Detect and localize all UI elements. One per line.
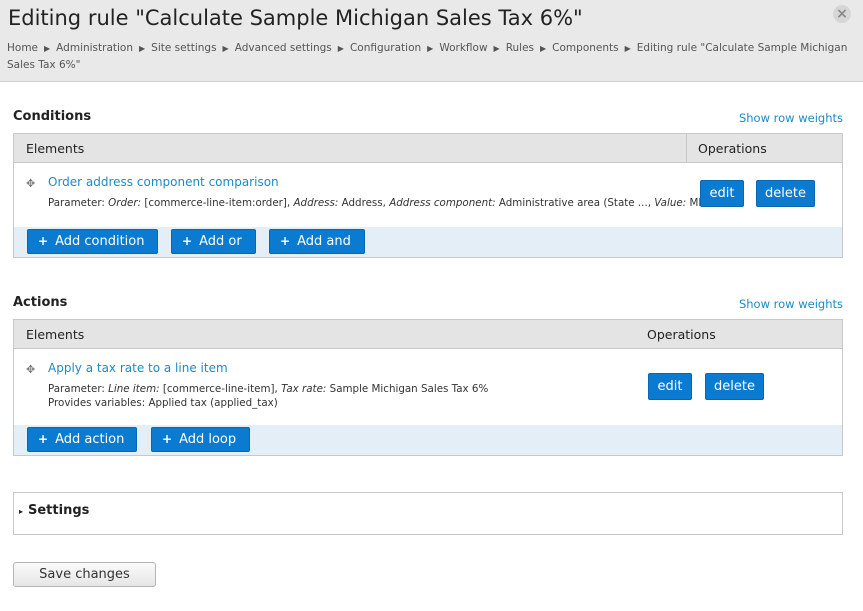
actions-heading: Actions xyxy=(13,295,68,310)
add-action-label: Add action xyxy=(55,432,125,447)
plus-icon: + xyxy=(38,234,49,248)
add-and-label: Add and xyxy=(297,234,351,249)
action-delete-button[interactable]: delete xyxy=(705,373,764,400)
column-divider xyxy=(686,134,687,162)
conditions-table: Elements Operations ✥ Order address comp… xyxy=(13,133,843,258)
breadcrumb-site-settings[interactable]: Site settings xyxy=(151,42,216,54)
add-loop-button[interactable]: + Add loop xyxy=(151,427,250,452)
actions-col-operations: Operations xyxy=(647,327,716,342)
conditions-table-footer: + Add condition + Add or + Add and xyxy=(14,227,842,257)
action-link[interactable]: Apply a tax rate to a line item xyxy=(48,361,228,375)
breadcrumb-advanced-settings[interactable]: Advanced settings xyxy=(235,42,332,54)
plus-icon: + xyxy=(162,432,173,446)
plus-icon: + xyxy=(182,234,193,248)
param-value: [commerce-line-item:order], xyxy=(141,197,294,209)
drag-handle-icon[interactable]: ✥ xyxy=(26,177,35,190)
page-title: Editing rule "Calculate Sample Michigan … xyxy=(8,6,583,30)
breadcrumb-configuration[interactable]: Configuration xyxy=(350,42,421,54)
conditions-show-row-weights-link[interactable]: Show row weights xyxy=(739,111,843,125)
settings-fieldset[interactable]: ▸ Settings xyxy=(13,492,843,535)
action-row: ✥ Apply a tax rate to a line item Parame… xyxy=(14,349,842,425)
actions-table-footer: + Add action + Add loop xyxy=(14,425,842,455)
add-action-button[interactable]: + Add action xyxy=(27,427,137,452)
param-value: [commerce-line-item], xyxy=(159,383,282,395)
save-changes-button[interactable]: Save changes xyxy=(13,562,156,587)
conditions-table-header: Elements Operations xyxy=(14,134,842,163)
breadcrumb-separator-icon: ▶ xyxy=(540,44,547,53)
drag-handle-icon[interactable]: ✥ xyxy=(26,363,35,376)
param-name: Line item: xyxy=(108,383,160,395)
breadcrumb-rules[interactable]: Rules xyxy=(506,42,534,54)
breadcrumb: Home ▶ Administration ▶ Site settings ▶ Advanc… xyxy=(7,40,857,73)
breadcrumb-separator-icon: ▶ xyxy=(624,44,631,53)
param-prefix: Parameter: xyxy=(48,383,109,395)
add-condition-button[interactable]: + Add condition xyxy=(27,229,158,254)
condition-edit-button[interactable]: edit xyxy=(700,180,744,207)
condition-parameters: Parameter: Order: [commerce-line-item:or… xyxy=(48,196,701,210)
add-or-button[interactable]: + Add or xyxy=(171,229,256,254)
plus-icon: + xyxy=(38,432,49,446)
breadcrumb-separator-icon: ▶ xyxy=(44,44,51,53)
param-value: Sample Michigan Sales Tax 6% xyxy=(326,383,489,395)
actions-show-row-weights-link[interactable]: Show row weights xyxy=(739,297,843,311)
action-provides-variables: Provides variables: Applied tax (applied… xyxy=(48,397,278,409)
breadcrumb-workflow[interactable]: Workflow xyxy=(439,42,487,54)
actions-table-header: Elements Operations xyxy=(14,320,842,349)
actions-table: Elements Operations ✥ Apply a tax rate t… xyxy=(13,319,843,456)
breadcrumb-components[interactable]: Components xyxy=(552,42,618,54)
conditions-col-operations: Operations xyxy=(698,141,767,156)
page-header: Editing rule "Calculate Sample Michigan … xyxy=(0,0,863,82)
expand-triangle-icon[interactable]: ▸ xyxy=(19,507,23,516)
param-name: Value: xyxy=(654,197,687,209)
condition-link[interactable]: Order address component comparison xyxy=(48,175,279,189)
breadcrumb-separator-icon: ▶ xyxy=(139,44,146,53)
breadcrumb-home[interactable]: Home xyxy=(7,42,38,54)
conditions-heading: Conditions xyxy=(13,109,92,124)
param-name: Order: xyxy=(108,197,142,209)
breadcrumb-administration[interactable]: Administration xyxy=(56,42,133,54)
add-condition-label: Add condition xyxy=(55,234,145,249)
add-or-label: Add or xyxy=(199,234,242,249)
actions-col-elements: Elements xyxy=(26,327,85,342)
add-loop-label: Add loop xyxy=(179,432,237,447)
action-parameters: Parameter: Line item: [commerce-line-ite… xyxy=(48,382,488,396)
condition-row: ✥ Order address component comparison Par… xyxy=(14,163,842,227)
condition-delete-button[interactable]: delete xyxy=(756,180,815,207)
param-name: Address: xyxy=(293,197,339,209)
action-edit-button[interactable]: edit xyxy=(648,373,692,400)
conditions-col-elements: Elements xyxy=(26,141,85,156)
breadcrumb-separator-icon: ▶ xyxy=(337,44,344,53)
breadcrumb-separator-icon: ▶ xyxy=(493,44,500,53)
param-prefix: Parameter: xyxy=(48,197,109,209)
param-name: Address component: xyxy=(389,197,496,209)
close-icon[interactable]: × xyxy=(833,5,851,23)
breadcrumb-separator-icon: ▶ xyxy=(427,44,434,53)
add-and-button[interactable]: + Add and xyxy=(269,229,365,254)
plus-icon: + xyxy=(280,234,291,248)
settings-toggle-label[interactable]: Settings xyxy=(28,503,89,518)
param-name: Tax rate: xyxy=(281,383,327,395)
breadcrumb-separator-icon: ▶ xyxy=(222,44,229,53)
param-value: Address, xyxy=(338,197,390,209)
param-value: Administrative area (State ..., xyxy=(495,197,655,209)
